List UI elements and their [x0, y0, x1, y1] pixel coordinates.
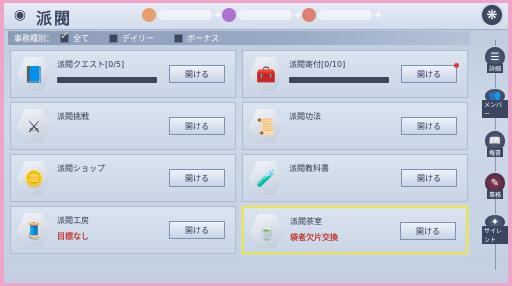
currency-slot-3: + [302, 8, 382, 22]
filter-option-daily[interactable]: デイリー [109, 33, 154, 44]
checkbox-checked-icon[interactable] [60, 29, 69, 43]
swirl-icon[interactable]: ❋ [480, 3, 504, 27]
progress-bar [57, 77, 157, 83]
filter-label: 事務種別： [14, 33, 54, 43]
tea-set-icon: 🍵 [250, 214, 284, 248]
frame-border-left [0, 0, 4, 286]
card-faction-donation: 🧰 派閥寄付[0/10] 開ける [242, 50, 468, 98]
crossed-swords-icon: ⚔ [17, 109, 51, 143]
currency-slot-1: + [142, 8, 222, 22]
gem-icon [222, 8, 236, 22]
filter-option-label: 全て [73, 33, 89, 43]
card-title: 派閥教科書 [289, 164, 329, 173]
plus-icon[interactable]: + [374, 10, 382, 21]
filter-bar: 事務種別： 全て デイリー ボーナス [8, 29, 470, 45]
card-title: 派閥クエスト[0/5] [57, 60, 125, 69]
donation-chest-icon: 🧰 [249, 57, 283, 91]
card-title: 派閥寄付[0/10] [289, 60, 346, 69]
open-button[interactable]: 開ける [169, 65, 225, 83]
filter-option-label: デイリー [122, 33, 154, 43]
card-faction-shop: 🪙 派閥ショップ 開ける [10, 154, 236, 202]
frame-border-top [0, 0, 512, 3]
scroll-icon: 📜 [249, 109, 283, 143]
open-button[interactable]: 開ける [400, 222, 456, 240]
open-button-label: 開ける [417, 69, 441, 79]
open-button[interactable]: 開ける [401, 117, 457, 135]
currency-amount-bar [238, 10, 292, 20]
side-item-details[interactable]: ☰ 詳細 [482, 46, 508, 76]
card-faction-quest: 📘 派閥クエスト[0/5] 開ける [10, 50, 236, 98]
side-item-label: サイレント [482, 226, 508, 244]
card-faction-technique: 📜 派閥功法 開ける [242, 102, 468, 150]
filter-option-all[interactable]: 全て [60, 29, 89, 44]
workshop-icon: 🧵 [17, 213, 51, 247]
side-item-silent[interactable]: ✦ サイレント [482, 214, 508, 244]
side-item-members[interactable]: 👥 メンバー [482, 88, 508, 118]
card-faction-challenge: ⚔ 派閥挑戦 開ける [10, 102, 236, 150]
card-title: 派閥挑戦 [57, 112, 89, 121]
card-status: 袋者欠片交換 [290, 233, 338, 242]
checkbox-icon[interactable] [174, 33, 183, 43]
currency-amount-bar [318, 10, 372, 20]
task-grid: 📘 派閥クエスト[0/5] 開ける 🧰 派閥寄付[0/10] 開ける ⚔ 派閥挑… [10, 50, 470, 260]
side-item-label: 権書 [486, 148, 503, 157]
notification-dot [454, 63, 459, 68]
potion-icon: 🧪 [249, 161, 283, 195]
checkbox-icon[interactable] [109, 33, 118, 43]
open-button[interactable]: 開ける [169, 117, 225, 135]
frame-border-right [508, 0, 512, 286]
page-title: 派閥 [36, 9, 73, 28]
card-title: 派閥ショップ [57, 164, 105, 173]
swirl-back-icon[interactable]: ◉ [10, 5, 30, 25]
gold-ingot-icon: 🪙 [17, 161, 51, 195]
coin-icon [142, 8, 156, 22]
card-title: 派閥工房 [57, 216, 89, 225]
open-button[interactable]: 開ける [401, 63, 459, 83]
filter-option-bonus[interactable]: ボーナス [174, 33, 219, 44]
progress-bar [289, 77, 389, 83]
open-button[interactable]: 開ける [169, 169, 225, 187]
side-item-label: メンバー [482, 100, 508, 118]
card-faction-textbook: 🧪 派閥教科書 開ける [242, 154, 468, 202]
open-button[interactable]: 開ける [401, 169, 457, 187]
ticket-icon [302, 8, 316, 22]
card-faction-workshop: 🧵 派閥工房 目標なし 開ける [10, 206, 236, 254]
open-button[interactable]: 開ける [169, 221, 225, 239]
currency-amount-bar [158, 10, 212, 20]
quest-book-icon: 📘 [17, 57, 51, 91]
card-faction-tearoom: 🍵 派閥茶室 袋者欠片交換 開ける [242, 206, 468, 254]
card-status: 目標なし [57, 232, 89, 241]
side-item-book[interactable]: 📖 権書 [482, 130, 508, 160]
side-item-label: 事務 [486, 190, 503, 199]
card-title: 派閥茶室 [290, 217, 322, 226]
filter-option-label: ボーナス [187, 33, 219, 43]
currency-slot-2: + [222, 8, 302, 22]
side-item-tasks[interactable]: ✎ 事務 [482, 172, 508, 202]
card-title: 派閥功法 [289, 112, 321, 121]
side-item-label: 詳細 [486, 64, 503, 73]
